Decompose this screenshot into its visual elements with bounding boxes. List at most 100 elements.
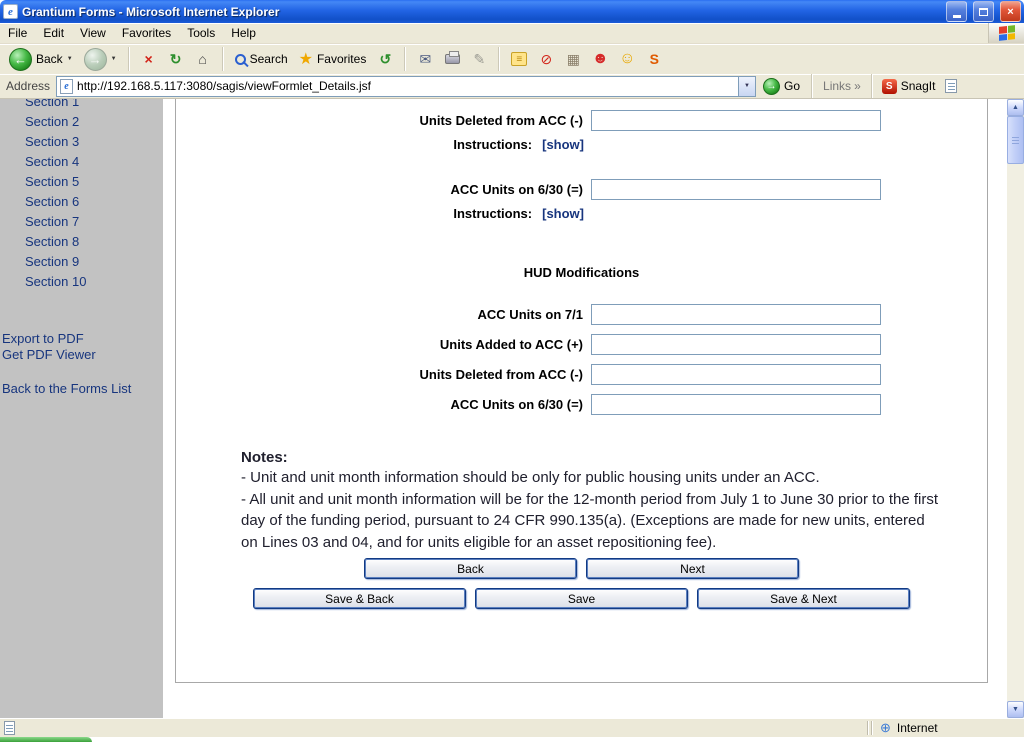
form-row: ACC Units on 6/30 (=) — [176, 179, 987, 200]
hud-acc-units-71-input[interactable] — [591, 304, 881, 325]
go-button[interactable]: → Go — [756, 78, 807, 95]
toolbar-separator — [222, 47, 224, 71]
history-button[interactable]: ↺ — [373, 47, 397, 71]
back-to-forms-list-link[interactable]: Back to the Forms List — [0, 381, 163, 397]
snagit-badge-icon: S — [882, 79, 897, 94]
home-icon: ⌂ — [198, 51, 206, 67]
snagit-label: SnagIt — [901, 79, 936, 93]
address-bar: Address e http://192.168.5.117:3080/sagi… — [0, 74, 1024, 99]
sidebar-item-section-2[interactable]: Section 2 — [0, 112, 163, 132]
scrollbar-thumb[interactable] — [1007, 116, 1024, 164]
back-button[interactable]: ← Back ▼ — [5, 46, 77, 73]
vertical-scrollbar[interactable]: ▲ ▼ — [1007, 99, 1024, 718]
popup-blocker-button[interactable]: ⊘ — [534, 47, 558, 71]
scroll-down-icon: ▼ — [1012, 706, 1019, 713]
sidebar-item-section-7[interactable]: Section 7 — [0, 212, 163, 232]
forward-button[interactable]: → ▼ — [80, 46, 121, 73]
print-icon — [445, 54, 460, 64]
address-dropdown-button[interactable]: ▼ — [738, 77, 755, 96]
sidebar-item-section-3[interactable]: Section 3 — [0, 132, 163, 152]
section-list: Section 1 Section 2 Section 3 Section 4 … — [0, 99, 163, 292]
browser-window: e Grantium Forms - Microsoft Internet Ex… — [0, 0, 1024, 742]
research-button[interactable]: ≡ — [507, 47, 531, 71]
red-smiley-icon: ☻ — [592, 50, 609, 68]
menu-tools[interactable]: Tools — [179, 24, 223, 42]
snagit-capture-button[interactable] — [940, 79, 962, 93]
instructions-row: Instructions:[show] — [176, 206, 584, 221]
menu-view[interactable]: View — [72, 24, 114, 42]
address-input[interactable]: e http://192.168.5.117:3080/sagis/viewFo… — [56, 76, 756, 97]
notes-section: Notes: - Unit and unit month information… — [241, 449, 941, 553]
hud-units-deleted-input[interactable] — [591, 364, 881, 385]
form-row: ACC Units on 7/1 — [176, 304, 987, 325]
yellow-smiley-icon: ☺ — [619, 50, 635, 68]
field-label-hud-units-deleted: Units Deleted from ACC (-) — [176, 367, 591, 382]
next-form-button[interactable]: Next — [586, 558, 799, 579]
hud-section: ACC Units on 7/1 Units Added to ACC (+) … — [176, 304, 987, 415]
favorites-button[interactable]: ★ Favorites — [295, 47, 371, 71]
building-icon: ▦ — [567, 51, 580, 68]
internet-globe-icon: ⊕ — [880, 720, 891, 736]
go-label: Go — [784, 79, 800, 93]
scroll-down-button[interactable]: ▼ — [1007, 701, 1024, 718]
sidebar-item-section-6[interactable]: Section 6 — [0, 192, 163, 212]
save-and-back-button[interactable]: Save & Back — [253, 588, 466, 609]
show-instructions-link[interactable]: [show] — [542, 137, 584, 152]
home-button[interactable]: ⌂ — [191, 47, 215, 71]
page-icon: e — [60, 79, 73, 94]
close-button[interactable]: × — [1000, 1, 1021, 22]
start-button-fragment[interactable] — [0, 737, 92, 742]
units-deleted-input[interactable] — [591, 110, 881, 131]
menu-file[interactable]: File — [0, 24, 35, 42]
back-form-button[interactable]: Back — [364, 558, 577, 579]
forward-dropdown-icon: ▼ — [111, 56, 117, 62]
edit-button[interactable]: ✎ — [467, 47, 491, 71]
scroll-up-icon: ▲ — [1012, 104, 1019, 111]
refresh-icon: ↻ — [170, 51, 182, 68]
addon-smiley-red-button[interactable]: ☻ — [588, 47, 612, 71]
stop-button[interactable]: × — [137, 47, 161, 71]
export-to-pdf-link[interactable]: Export to PDF — [0, 331, 163, 347]
snagit-toolbar-button[interactable]: S — [642, 47, 666, 71]
links-label: Links — [823, 79, 851, 93]
menu-edit[interactable]: Edit — [35, 24, 72, 42]
save-and-next-button[interactable]: Save & Next — [697, 588, 910, 609]
menu-help[interactable]: Help — [223, 24, 264, 42]
addressbar-separator — [871, 74, 873, 98]
field-label-hud-units-added: Units Added to ACC (+) — [176, 337, 591, 352]
snagit-icon: S — [650, 51, 659, 67]
minimize-button[interactable] — [946, 1, 967, 22]
menu-favorites[interactable]: Favorites — [114, 24, 179, 42]
restore-button[interactable] — [973, 1, 994, 22]
field-label-units-deleted: Units Deleted from ACC (-) — [176, 113, 591, 128]
hud-units-added-input[interactable] — [591, 334, 881, 355]
addon-smiley-yellow-button[interactable]: ☺ — [615, 47, 639, 71]
hud-acc-units-630-input[interactable] — [591, 394, 881, 415]
sidebar-item-section-10[interactable]: Section 10 — [0, 272, 163, 292]
links-button[interactable]: Links » — [817, 79, 867, 93]
scroll-up-button[interactable]: ▲ — [1007, 99, 1024, 116]
get-pdf-viewer-link[interactable]: Get PDF Viewer — [0, 347, 163, 363]
acc-units-630-input[interactable] — [591, 179, 881, 200]
sidebar-item-section-1[interactable]: Section 1 — [0, 99, 163, 112]
status-left-panel — [0, 719, 866, 737]
mail-button[interactable]: ✉ — [413, 47, 437, 71]
sidebar-item-section-5[interactable]: Section 5 — [0, 172, 163, 192]
print-button[interactable] — [440, 47, 464, 71]
search-icon — [235, 54, 246, 65]
sidebar-item-section-9[interactable]: Section 9 — [0, 252, 163, 272]
research-icon: ≡ — [511, 52, 527, 66]
sidebar-item-section-8[interactable]: Section 8 — [0, 232, 163, 252]
show-instructions-link[interactable]: [show] — [542, 206, 584, 221]
restore-icon — [979, 8, 988, 16]
save-button[interactable]: Save — [475, 588, 688, 609]
menu-bar: File Edit View Favorites Tools Help — [0, 23, 1024, 44]
favorites-label: Favorites — [317, 52, 366, 66]
back-icon: ← — [9, 48, 32, 71]
sidebar-item-section-4[interactable]: Section 4 — [0, 152, 163, 172]
form-panel: Units Deleted from ACC (-) Instructions:… — [175, 99, 988, 683]
refresh-button[interactable]: ↻ — [164, 47, 188, 71]
search-button[interactable]: Search — [231, 50, 292, 68]
snagit-address-button[interactable]: S SnagIt — [877, 79, 941, 94]
messenger-button[interactable]: ▦ — [561, 47, 585, 71]
